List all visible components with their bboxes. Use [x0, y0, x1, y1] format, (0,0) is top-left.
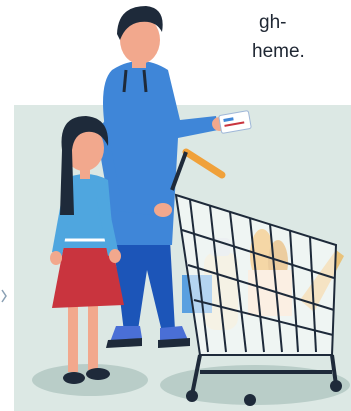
cart-wheel-front-left	[186, 390, 198, 402]
girl-shoe-right	[86, 368, 110, 380]
man-hand-left	[154, 203, 172, 217]
edge-mark	[1, 289, 7, 303]
girl-shoe-left	[63, 372, 85, 384]
cart-wheel-front-right	[244, 394, 256, 406]
cart-wheel-back	[330, 380, 342, 392]
family-shopping-illustration	[1, 6, 351, 411]
